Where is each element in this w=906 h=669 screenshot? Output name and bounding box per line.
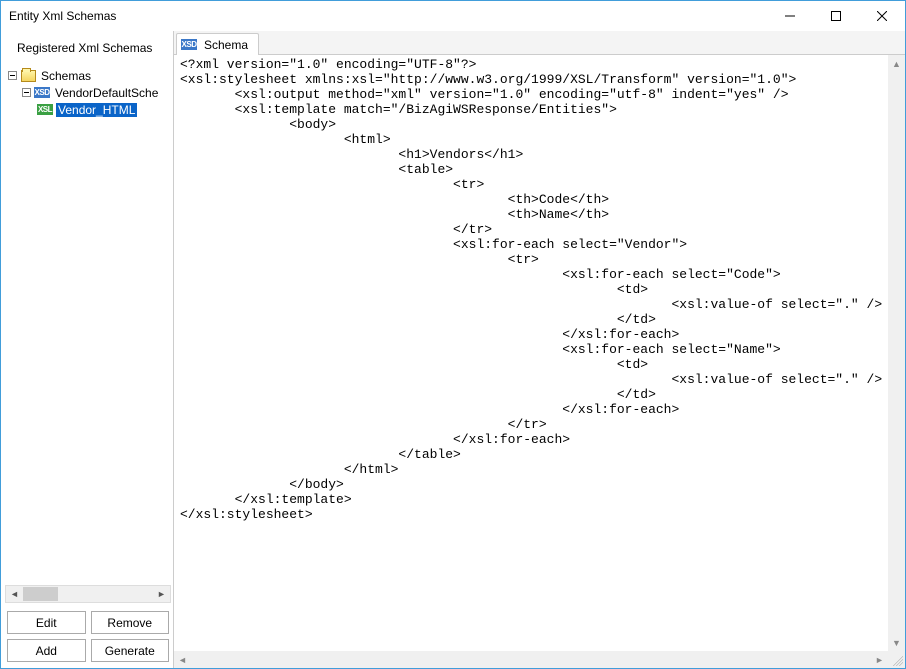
tree-horizontal-scrollbar[interactable]: ◄ ► — [5, 585, 171, 603]
scroll-up-icon[interactable]: ▲ — [888, 55, 905, 72]
minimize-button[interactable] — [767, 1, 813, 31]
maximize-icon — [831, 11, 841, 21]
tab-bar: XSD Schema — [174, 31, 905, 55]
scroll-thumb[interactable] — [23, 587, 58, 601]
expander-icon[interactable] — [7, 70, 18, 81]
folder-icon — [20, 69, 36, 83]
close-button[interactable] — [859, 1, 905, 31]
generate-button[interactable]: Generate — [91, 639, 170, 662]
scroll-left-icon[interactable]: ◄ — [174, 651, 191, 668]
scroll-down-icon[interactable]: ▼ — [888, 634, 905, 651]
horizontal-scrollbar[interactable]: ◄ ► — [174, 651, 888, 668]
right-panel: XSD Schema <?xml version="1.0" encoding=… — [173, 31, 905, 668]
window-frame: Entity Xml Schemas Registered Xml Schema… — [0, 0, 906, 669]
tab-label: Schema — [204, 38, 248, 52]
tree-label-xsd: VendorDefaultSche — [53, 86, 160, 100]
xsl-icon: XSL — [37, 104, 53, 115]
tab-schema[interactable]: XSD Schema — [176, 33, 259, 55]
tree-node-schemas[interactable]: Schemas — [7, 67, 173, 84]
close-icon — [877, 11, 887, 21]
xsd-icon: XSD — [34, 87, 50, 98]
tree-label-schemas: Schemas — [39, 69, 93, 83]
grip-icon — [893, 656, 903, 666]
code-editor[interactable]: <?xml version="1.0" encoding="UTF-8"?> <… — [174, 55, 888, 651]
scroll-left-icon[interactable]: ◄ — [6, 586, 23, 602]
tree-label-xsl: Vendor_HTML — [56, 103, 137, 117]
body-area: Registered Xml Schemas Schemas XSD Vendo… — [1, 31, 905, 668]
maximize-button[interactable] — [813, 1, 859, 31]
vertical-scrollbar[interactable]: ▲ ▼ — [888, 55, 905, 651]
tree-node-xsl[interactable]: XSL Vendor_HTML — [7, 101, 173, 118]
left-panel: Registered Xml Schemas Schemas XSD Vendo… — [1, 31, 173, 668]
remove-button[interactable]: Remove — [91, 611, 170, 634]
code-area: <?xml version="1.0" encoding="UTF-8"?> <… — [174, 55, 905, 668]
window-controls — [767, 1, 905, 31]
scroll-right-icon[interactable]: ► — [871, 651, 888, 668]
button-panel: Edit Remove Add Generate — [3, 607, 173, 668]
expander-icon[interactable] — [21, 87, 32, 98]
add-button[interactable]: Add — [7, 639, 86, 662]
tree-view[interactable]: Schemas XSD VendorDefaultSche XSL Vendor… — [3, 65, 173, 585]
tree-node-xsd[interactable]: XSD VendorDefaultSche — [7, 84, 173, 101]
scroll-right-icon[interactable]: ► — [153, 586, 170, 602]
sidebar-heading: Registered Xml Schemas — [3, 31, 173, 65]
edit-button[interactable]: Edit — [7, 611, 86, 634]
titlebar[interactable]: Entity Xml Schemas — [1, 1, 905, 31]
window-title: Entity Xml Schemas — [9, 9, 767, 23]
xsd-icon: XSD — [181, 39, 197, 50]
resize-grip[interactable] — [888, 651, 905, 668]
minimize-icon — [785, 11, 795, 21]
